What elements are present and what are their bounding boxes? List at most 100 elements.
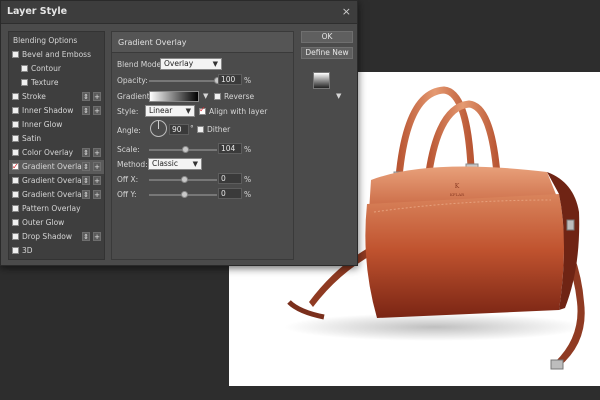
- style-enable-checkbox[interactable]: [12, 149, 19, 156]
- reverse-checkbox[interactable]: [214, 93, 221, 100]
- define-new-button[interactable]: Define New: [301, 47, 353, 59]
- style-list-item[interactable]: Gradient Overlay⇕+: [9, 174, 104, 188]
- style-list-item[interactable]: Stroke ⇕ +: [9, 90, 104, 104]
- offset-y-label: Off Y:: [117, 190, 137, 199]
- style-list-item[interactable]: Drop Shadow ⇕ +: [9, 230, 104, 244]
- gradient-style-select[interactable]: Linear ▼: [145, 105, 195, 117]
- style-item-label: Color Overlay: [22, 148, 74, 157]
- close-icon[interactable]: ×: [342, 5, 351, 18]
- reorder-icon[interactable]: ⇕: [82, 232, 90, 241]
- ok-button[interactable]: OK: [301, 31, 353, 43]
- style-item-label: Gradient Overlay: [22, 162, 87, 171]
- reorder-icon[interactable]: ⇕: [82, 106, 90, 115]
- opacity-value: 100: [221, 75, 236, 84]
- offset-x-percent: %: [244, 175, 252, 184]
- style-list-item[interactable]: Satin: [9, 132, 104, 146]
- reorder-icon[interactable]: ⇕: [82, 176, 90, 185]
- panel-header: Gradient Overlay: [112, 32, 293, 53]
- style-enable-checkbox[interactable]: [12, 107, 19, 114]
- add-effect-icon[interactable]: +: [93, 190, 101, 199]
- method-value: Classic: [152, 159, 178, 168]
- angle-label: Angle:: [117, 126, 141, 135]
- style-enable-checkbox[interactable]: [12, 160, 19, 174]
- reverse-label: Reverse: [224, 92, 255, 101]
- scale-input[interactable]: 104: [218, 143, 242, 154]
- chevron-down-icon: ▼: [185, 107, 191, 115]
- style-list-item[interactable]: Contour: [9, 62, 104, 76]
- scale-value: 104: [221, 144, 236, 153]
- gradient-swatch[interactable]: [149, 91, 199, 102]
- style-enable-checkbox[interactable]: [12, 135, 19, 142]
- offset-x-input[interactable]: 0: [218, 173, 242, 184]
- gradient-overlay-panel: Gradient Overlay Blend Mode: Overlay ▼ O…: [111, 31, 294, 260]
- add-effect-icon[interactable]: +: [93, 92, 101, 101]
- style-enable-checkbox[interactable]: [12, 93, 19, 100]
- reorder-icon[interactable]: ⇕: [82, 162, 90, 171]
- style-list-item[interactable]: Gradient Overlay⇕+: [9, 160, 104, 174]
- style-list-item[interactable]: Pattern Overlay: [9, 202, 104, 216]
- dialog-titlebar[interactable]: Layer Style ×: [1, 1, 357, 24]
- add-effect-icon[interactable]: +: [93, 106, 101, 115]
- style-item-label: Satin: [22, 134, 42, 143]
- reorder-icon[interactable]: ⇕: [82, 148, 90, 157]
- dither-checkbox[interactable]: [197, 126, 204, 133]
- layer-style-dialog: Layer Style × Blending Options Bevel and …: [0, 0, 358, 266]
- align-with-layer-checkbox[interactable]: [199, 105, 206, 115]
- reorder-icon[interactable]: ⇕: [82, 190, 90, 199]
- style-item-label: Contour: [31, 64, 61, 73]
- offset-y-slider-knob[interactable]: [181, 191, 188, 198]
- chevron-down-icon: ▼: [212, 60, 218, 68]
- angle-dial[interactable]: [150, 120, 167, 137]
- style-item-label: Stroke: [22, 92, 46, 101]
- style-list-item[interactable]: Inner Glow: [9, 118, 104, 132]
- scale-slider-knob[interactable]: [182, 146, 190, 153]
- add-effect-icon[interactable]: +: [93, 162, 101, 171]
- offset-y-percent: %: [244, 190, 252, 199]
- dither-label: Dither: [207, 125, 231, 134]
- style-list-item[interactable]: 3D: [9, 244, 104, 258]
- opacity-percent: %: [244, 76, 252, 85]
- style-enable-checkbox[interactable]: [12, 51, 19, 58]
- add-effect-icon[interactable]: +: [93, 232, 101, 241]
- style-enable-checkbox[interactable]: [12, 177, 19, 184]
- reorder-icon[interactable]: ⇕: [82, 92, 90, 101]
- add-effect-icon[interactable]: +: [93, 176, 101, 185]
- style-enable-checkbox[interactable]: [12, 121, 19, 128]
- style-item-label: Gradient Overlay: [22, 176, 87, 185]
- add-effect-icon[interactable]: +: [93, 148, 101, 157]
- style-list-item[interactable]: Outer Glow: [9, 216, 104, 230]
- style-enable-checkbox[interactable]: [12, 219, 19, 226]
- style-list-item[interactable]: Gradient Overlay⇕+: [9, 188, 104, 202]
- style-list-item[interactable]: Texture: [9, 76, 104, 90]
- align-with-layer-label: Align with layer: [209, 107, 268, 116]
- layer-style-list: Blending Options Bevel and Emboss Contour T…: [8, 31, 105, 260]
- panel-title: Gradient Overlay: [118, 38, 187, 47]
- offset-x-slider-knob[interactable]: [181, 176, 188, 183]
- gradient-dropdown-icon[interactable]: ▼: [203, 92, 208, 100]
- style-list-item[interactable]: Color Overlay ⇕ +: [9, 146, 104, 160]
- style-enable-checkbox[interactable]: [12, 191, 19, 198]
- style-enable-checkbox[interactable]: [12, 247, 19, 254]
- opacity-input[interactable]: 100: [218, 74, 242, 85]
- chevron-down-icon: ▼: [192, 160, 198, 168]
- style-item-label: Outer Glow: [22, 218, 65, 227]
- angle-degree: °: [190, 124, 194, 133]
- method-label: Method:: [117, 160, 148, 169]
- preview-dropdown-icon[interactable]: ▼: [336, 92, 341, 100]
- style-enable-checkbox[interactable]: [21, 79, 28, 86]
- opacity-slider[interactable]: [149, 80, 217, 82]
- style-enable-checkbox[interactable]: [12, 205, 19, 212]
- style-list-item[interactable]: Inner Shadow ⇕ +: [9, 104, 104, 118]
- dialog-title: Layer Style: [7, 6, 68, 17]
- offset-y-input[interactable]: 0: [218, 188, 242, 199]
- style-enable-checkbox[interactable]: [21, 65, 28, 72]
- blend-mode-select[interactable]: Overlay ▼: [160, 58, 222, 70]
- bag-stamp-letter: K: [455, 183, 460, 190]
- method-select[interactable]: Classic ▼: [148, 158, 202, 170]
- angle-input[interactable]: 90: [169, 124, 189, 135]
- style-list-item[interactable]: Blending Options: [13, 34, 108, 48]
- style-item-label: Drop Shadow: [22, 232, 73, 241]
- bag-stamp-text: KFLAR: [450, 192, 465, 197]
- style-list-item[interactable]: Bevel and Emboss: [9, 48, 104, 62]
- style-enable-checkbox[interactable]: [12, 233, 19, 240]
